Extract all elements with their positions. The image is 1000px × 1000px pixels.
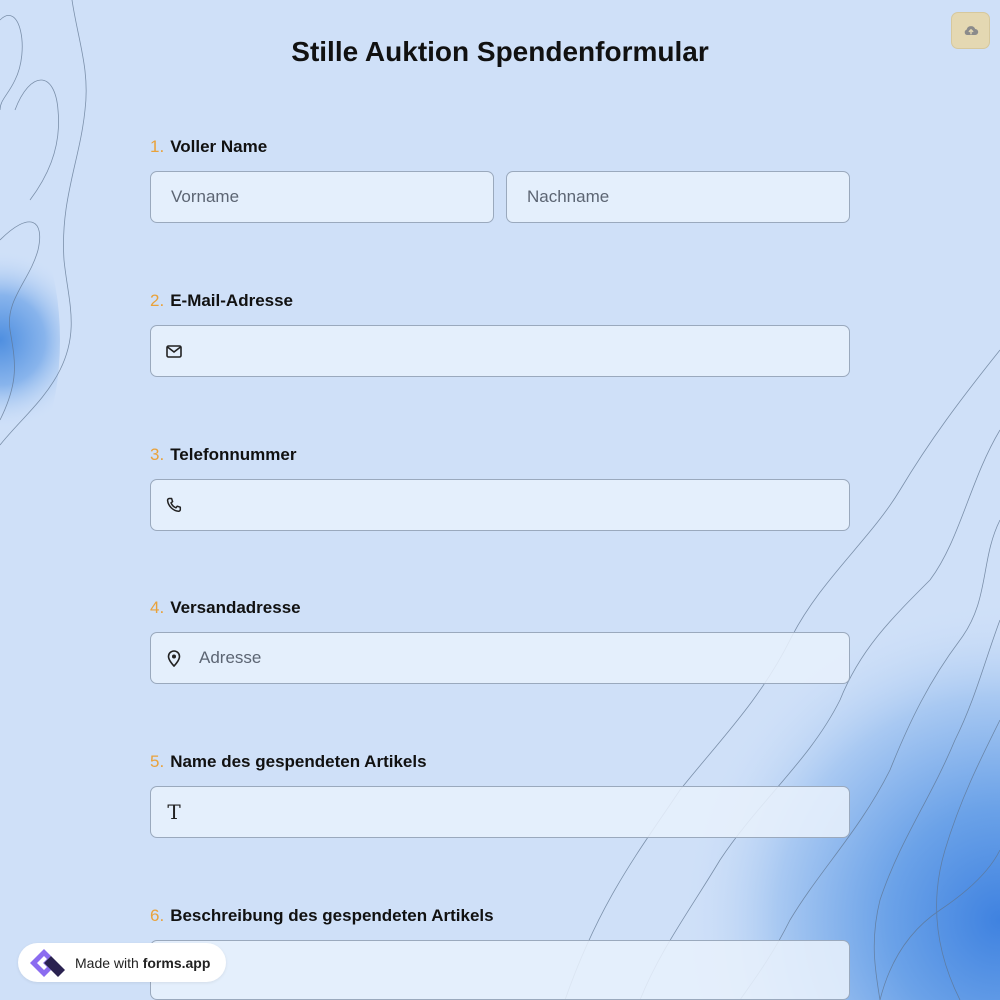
question-item-description: 6. Beschreibung des gespendeten Artikels: [150, 905, 850, 1000]
save-progress-button[interactable]: [951, 12, 990, 49]
phone-icon: [165, 496, 183, 514]
question-item-name: 5. Name des gespendeten Artikels T: [150, 751, 850, 838]
item-description-field[interactable]: [150, 940, 850, 1000]
email-field[interactable]: [150, 325, 850, 377]
question-label: Versandadresse: [170, 598, 301, 617]
question-email: 2. E-Mail-Adresse: [150, 290, 850, 377]
last-name-field[interactable]: Nachname: [506, 171, 850, 223]
question-label: E-Mail-Adresse: [170, 291, 294, 310]
page-title: Stille Auktion Spendenformular: [291, 36, 709, 67]
badge-brand: forms.app: [142, 954, 211, 971]
address-placeholder: Adresse: [199, 648, 262, 667]
cloud-upload-icon: [964, 25, 978, 35]
question-number: 1.: [150, 137, 165, 156]
made-with-forms-app-badge[interactable]: Made with forms.app: [18, 943, 226, 982]
question-label: Beschreibung des gespendeten Artikels: [170, 906, 494, 925]
text-t-icon: T: [167, 800, 181, 824]
question-number: 5.: [150, 752, 165, 771]
address-field[interactable]: Adresse: [150, 632, 850, 684]
question-label: Name des gespendeten Artikels: [170, 752, 427, 771]
item-name-field[interactable]: T: [150, 786, 850, 838]
forms-app-logo-icon: [27, 946, 67, 980]
envelope-icon: [165, 342, 183, 360]
question-number: 3.: [150, 445, 165, 464]
first-name-placeholder: Vorname: [171, 187, 240, 206]
question-number: 2.: [150, 291, 165, 310]
question-shipping-address: 4. Versandadresse Adresse: [150, 597, 850, 684]
question-number: 6.: [150, 906, 165, 925]
question-label: Voller Name: [170, 137, 268, 156]
phone-field[interactable]: [150, 479, 850, 531]
question-label: Telefonnummer: [170, 445, 297, 464]
question-number: 4.: [150, 598, 165, 617]
badge-prefix: Made with: [75, 954, 139, 971]
question-phone: 3. Telefonnummer: [150, 444, 850, 531]
location-pin-icon: [165, 649, 183, 667]
question-full-name: 1. Voller Name Vorname Nachname: [150, 136, 850, 223]
first-name-field[interactable]: Vorname: [150, 171, 494, 223]
last-name-placeholder: Nachname: [527, 187, 610, 206]
